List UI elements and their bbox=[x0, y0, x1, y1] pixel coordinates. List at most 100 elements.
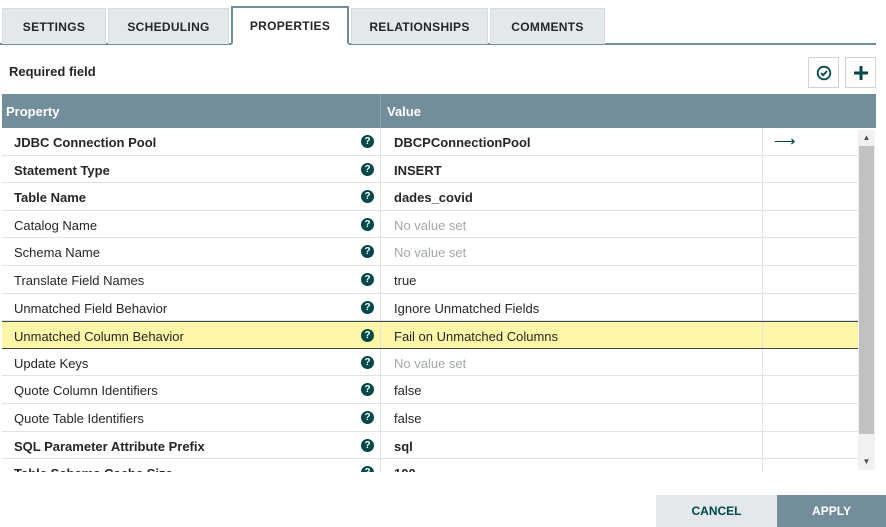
property-name: Quote Table Identifiers bbox=[14, 411, 144, 426]
table-row[interactable]: Translate Field Names? true bbox=[2, 266, 858, 294]
property-value[interactable]: No value set bbox=[394, 245, 466, 260]
table-row[interactable]: Catalog Name? No value set bbox=[2, 210, 858, 239]
property-value[interactable]: Ignore Unmatched Fields bbox=[394, 301, 539, 316]
scrollbar-thumb[interactable] bbox=[859, 146, 874, 434]
help-icon[interactable]: ? bbox=[361, 217, 374, 231]
column-divider bbox=[380, 376, 381, 403]
column-divider bbox=[380, 293, 381, 321]
table-row[interactable]: SQL Parameter Attribute Prefix? sql bbox=[2, 431, 858, 460]
scroll-up-icon[interactable]: ▲ bbox=[858, 130, 875, 146]
help-icon[interactable]: ? bbox=[361, 300, 374, 314]
tab-settings[interactable]: SETTINGS bbox=[2, 8, 106, 44]
help-icon[interactable]: ? bbox=[361, 190, 374, 204]
property-value[interactable]: DBCPConnectionPool bbox=[394, 135, 531, 150]
help-icon[interactable]: ? bbox=[361, 162, 374, 176]
table-row[interactable]: Table Name? dades_covid bbox=[2, 183, 858, 211]
property-name: Catalog Name bbox=[14, 217, 98, 233]
help-icon[interactable]: ? bbox=[361, 411, 374, 424]
property-name: Update Keys bbox=[14, 355, 89, 371]
help-icon[interactable]: ? bbox=[361, 273, 374, 286]
property-value[interactable]: false bbox=[394, 411, 421, 426]
property-value[interactable]: dades_covid bbox=[394, 190, 473, 205]
header-divider bbox=[380, 94, 381, 128]
action-divider bbox=[762, 404, 763, 431]
check-circle-icon bbox=[816, 65, 831, 80]
table-row[interactable]: Quote Column Identifiers? false bbox=[2, 376, 858, 404]
table-row[interactable]: Update Keys? No value set bbox=[2, 348, 858, 377]
action-divider bbox=[762, 322, 763, 348]
column-divider bbox=[380, 322, 381, 348]
required-field-label: Required field bbox=[9, 64, 96, 79]
help-icon[interactable]: ? bbox=[361, 438, 374, 452]
action-divider bbox=[762, 210, 763, 238]
property-value[interactable]: sql bbox=[394, 439, 413, 454]
property-name: Table Name bbox=[14, 190, 87, 206]
tab-scheduling[interactable]: SCHEDULING bbox=[108, 8, 229, 44]
property-name: Unmatched Field Behavior bbox=[14, 300, 168, 316]
column-divider bbox=[380, 348, 381, 376]
table-row[interactable]: Unmatched Column Behavior? Fail on Unmatc… bbox=[2, 321, 858, 349]
property-name: Statement Type bbox=[14, 162, 110, 178]
column-divider bbox=[380, 431, 381, 459]
add-property-button[interactable] bbox=[845, 57, 876, 88]
action-divider bbox=[762, 238, 763, 265]
table-header: Property Value bbox=[2, 94, 876, 128]
column-divider bbox=[380, 266, 381, 293]
property-name: Table Schema Cache Size bbox=[14, 466, 173, 472]
help-icon[interactable]: ? bbox=[361, 383, 374, 397]
verify-properties-button[interactable] bbox=[808, 57, 839, 88]
property-value[interactable]: No value set bbox=[394, 218, 466, 233]
column-divider bbox=[380, 459, 381, 472]
cancel-button[interactable]: CANCEL bbox=[656, 495, 777, 527]
action-divider bbox=[762, 431, 763, 459]
action-divider bbox=[762, 128, 763, 155]
action-divider bbox=[762, 459, 763, 472]
properties-table: Property Value JDBC Connection Pool? DBCP… bbox=[2, 94, 876, 472]
action-divider bbox=[762, 376, 763, 403]
help-icon[interactable]: ? bbox=[361, 329, 374, 343]
help-icon[interactable]: ? bbox=[361, 355, 374, 369]
table-row[interactable]: Schema Name? No value set bbox=[2, 238, 858, 266]
scroll-down-icon[interactable]: ▼ bbox=[858, 454, 875, 470]
column-header-value[interactable]: Value bbox=[387, 104, 421, 119]
property-value[interactable]: false bbox=[394, 383, 421, 398]
column-divider bbox=[380, 238, 381, 265]
property-value[interactable]: 100 bbox=[394, 466, 416, 472]
action-divider bbox=[762, 266, 763, 293]
apply-button[interactable]: APPLY bbox=[777, 495, 886, 527]
property-name: Schema Name bbox=[14, 245, 100, 261]
tab-properties[interactable]: PROPERTIES bbox=[231, 6, 349, 45]
column-divider bbox=[380, 210, 381, 238]
table-row[interactable]: Quote Table Identifiers? false bbox=[2, 404, 858, 432]
help-icon[interactable]: ? bbox=[361, 466, 374, 472]
action-divider bbox=[762, 293, 763, 321]
tab-bar: SETTINGS SCHEDULING PROPERTIES RELATIONS… bbox=[0, 0, 886, 45]
table-scrollbar[interactable]: ▲ ▼ bbox=[858, 130, 875, 470]
help-icon[interactable]: ? bbox=[361, 245, 374, 259]
property-name: Quote Column Identifiers bbox=[14, 383, 158, 399]
column-divider bbox=[380, 404, 381, 431]
property-value[interactable]: INSERT bbox=[394, 163, 442, 178]
property-value[interactable]: true bbox=[394, 273, 416, 288]
action-divider bbox=[762, 348, 763, 376]
tab-relationships[interactable]: RELATIONSHIPS bbox=[351, 8, 488, 44]
table-row[interactable]: Table Schema Cache Size? 100 bbox=[2, 459, 858, 472]
property-name: SQL Parameter Attribute Prefix bbox=[14, 438, 205, 454]
column-header-property[interactable]: Property bbox=[6, 104, 59, 119]
help-icon[interactable]: ? bbox=[361, 135, 374, 148]
property-value[interactable]: Fail on Unmatched Columns bbox=[394, 329, 558, 344]
column-divider bbox=[380, 128, 381, 155]
table-row[interactable]: Unmatched Field Behavior? Ignore Unmatche… bbox=[2, 293, 858, 322]
action-divider bbox=[762, 155, 763, 183]
table-row[interactable]: Statement Type? INSERT bbox=[2, 155, 858, 184]
tab-comments[interactable]: COMMENTS bbox=[490, 8, 605, 44]
column-divider bbox=[380, 155, 381, 183]
property-name: JDBC Connection Pool bbox=[14, 135, 157, 150]
property-name: Unmatched Column Behavior bbox=[14, 329, 184, 345]
property-name: Translate Field Names bbox=[14, 273, 145, 288]
plus-icon bbox=[853, 65, 868, 80]
property-value[interactable]: No value set bbox=[394, 356, 466, 371]
column-divider bbox=[380, 183, 381, 210]
goto-arrow-icon[interactable]: ⟶ bbox=[774, 132, 796, 150]
table-row[interactable]: JDBC Connection Pool? DBCPConnectionPool ⟶ bbox=[2, 128, 858, 156]
